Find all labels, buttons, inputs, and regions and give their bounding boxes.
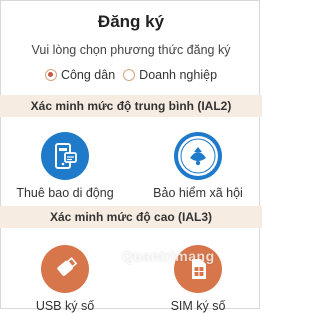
method-mobile-subscriber[interactable]: Thuê bao di động <box>5 132 125 200</box>
social-insurance-logo-icon <box>174 132 222 180</box>
radio-option-citizen[interactable]: Công dân <box>44 68 116 82</box>
watermark: Quantrimang <box>122 248 215 264</box>
mobile-phone-icon <box>41 132 89 180</box>
usb-token-icon <box>41 245 89 293</box>
section-heading-ial2: Xác minh mức độ trung bình (IAL2) <box>0 95 262 117</box>
radio-option-business[interactable]: Doanh nghiệp <box>123 68 217 82</box>
radio-button-business[interactable] <box>123 69 136 81</box>
page-subtitle: Vui lòng chọn phương thức đăng ký <box>31 43 231 57</box>
page-title: Đăng ký <box>97 12 165 31</box>
watermark-logo <box>103 245 121 263</box>
method-label-mobile: Thuê bao di động <box>16 186 114 200</box>
section-heading-ial3: Xác minh mức độ cao (IAL3) <box>0 206 262 228</box>
method-social-insurance[interactable]: Bảo hiểm xã hội <box>138 132 258 200</box>
method-label-social-insurance: Bảo hiểm xã hội <box>153 186 243 200</box>
radio-label-business: Doanh nghiệp <box>139 68 218 82</box>
radio-button-citizen[interactable] <box>44 69 57 81</box>
subject-type-radio-group: Công dân Doanh nghiệp <box>0 66 262 84</box>
radio-label-citizen: Công dân <box>60 68 116 82</box>
